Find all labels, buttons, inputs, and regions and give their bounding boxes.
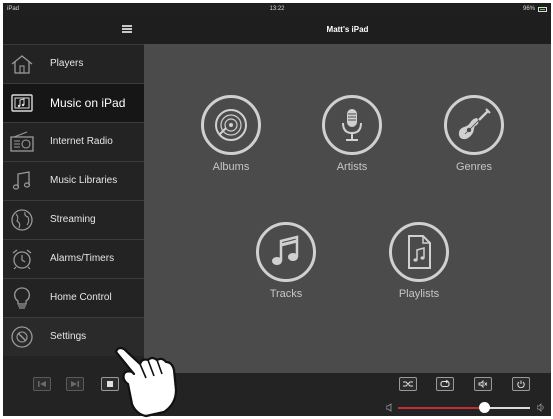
album-disc-icon (215, 109, 247, 141)
status-time: 13:22 (269, 6, 285, 12)
battery-percent: 96% (522, 6, 535, 12)
volume-track-filled (398, 407, 484, 409)
power-icon (517, 380, 525, 388)
volume-track (483, 407, 530, 409)
tile-label: Playlists (398, 288, 440, 300)
pointing-hand-icon (114, 346, 178, 418)
volume-knob[interactable] (478, 402, 490, 413)
tile-tracks[interactable]: Tracks (246, 222, 326, 300)
sidebar: Players Music on iPad Internet Radio Mus… (3, 16, 144, 373)
sidebar-item-streaming[interactable]: Streaming (3, 200, 144, 239)
mute-button[interactable] (474, 377, 492, 391)
sidebar-item-label: Settings (50, 331, 87, 342)
radio-icon (9, 130, 35, 154)
sidebar-header (3, 16, 144, 44)
tile-albums[interactable]: Albums (191, 95, 271, 173)
playlist-icon (408, 235, 431, 269)
previous-icon (38, 381, 46, 387)
tile-genres[interactable]: Genres (434, 95, 514, 173)
music-on-ipad-icon (9, 91, 35, 115)
next-button[interactable] (66, 377, 84, 391)
tile-artists[interactable]: Artists (312, 95, 392, 173)
lightbulb-icon (9, 286, 35, 310)
sidebar-item-label: Music Libraries (50, 175, 118, 186)
sidebar-item-label: Players (50, 58, 84, 69)
sidebar-item-label: Home Control (50, 292, 112, 303)
tile-label: Tracks (269, 288, 303, 300)
page-title: Matt's iPad (144, 16, 551, 44)
tile-label: Artists (336, 161, 368, 173)
sidebar-item-label: Music on iPad (50, 96, 126, 110)
sidebar-item-label: Alarms/Timers (50, 253, 115, 264)
battery-icon (538, 7, 547, 12)
repeat-button[interactable] (436, 377, 454, 391)
status-bar: iPad 13:22 96% (3, 3, 551, 16)
menu-icon[interactable] (122, 25, 132, 33)
sidebar-item-label: Streaming (50, 214, 96, 225)
mute-icon (478, 380, 488, 388)
alarm-clock-icon (9, 247, 35, 271)
sidebar-item-home-control[interactable]: Home Control (3, 278, 144, 317)
house-icon (9, 52, 35, 76)
tile-label: Genres (455, 161, 493, 173)
repeat-icon (440, 380, 450, 388)
tile-playlists[interactable]: Playlists (379, 222, 459, 300)
globe-icon (9, 208, 35, 232)
music-categories: Albums Artists Genres Tracks Playlists (144, 44, 551, 373)
settings-icon (9, 325, 35, 349)
ipad-screen: iPad 13:22 96% Players Music on iPad Int… (3, 3, 551, 416)
microphone-icon (342, 109, 362, 141)
sidebar-item-label: Internet Radio (50, 136, 113, 147)
volume-low-icon (386, 403, 392, 412)
shuffle-icon (403, 381, 413, 387)
sidebar-item-music-on-ipad[interactable]: Music on iPad (3, 83, 144, 122)
volume-slider[interactable] (386, 402, 546, 413)
sidebar-item-music-libraries[interactable]: Music Libraries (3, 161, 144, 200)
music-library-icon (9, 169, 35, 193)
guitar-icon (458, 108, 491, 140)
playback-bar (3, 373, 551, 416)
power-button[interactable] (512, 377, 530, 391)
sidebar-item-players[interactable]: Players (3, 44, 144, 83)
music-note-icon (272, 235, 299, 265)
sidebar-item-alarms-timers[interactable]: Alarms/Timers (3, 239, 144, 278)
volume-high-icon (537, 403, 544, 412)
shuffle-button[interactable] (399, 377, 417, 391)
previous-button[interactable] (33, 377, 51, 391)
tile-label: Albums (212, 161, 250, 173)
sidebar-item-internet-radio[interactable]: Internet Radio (3, 122, 144, 161)
next-icon (71, 381, 79, 387)
